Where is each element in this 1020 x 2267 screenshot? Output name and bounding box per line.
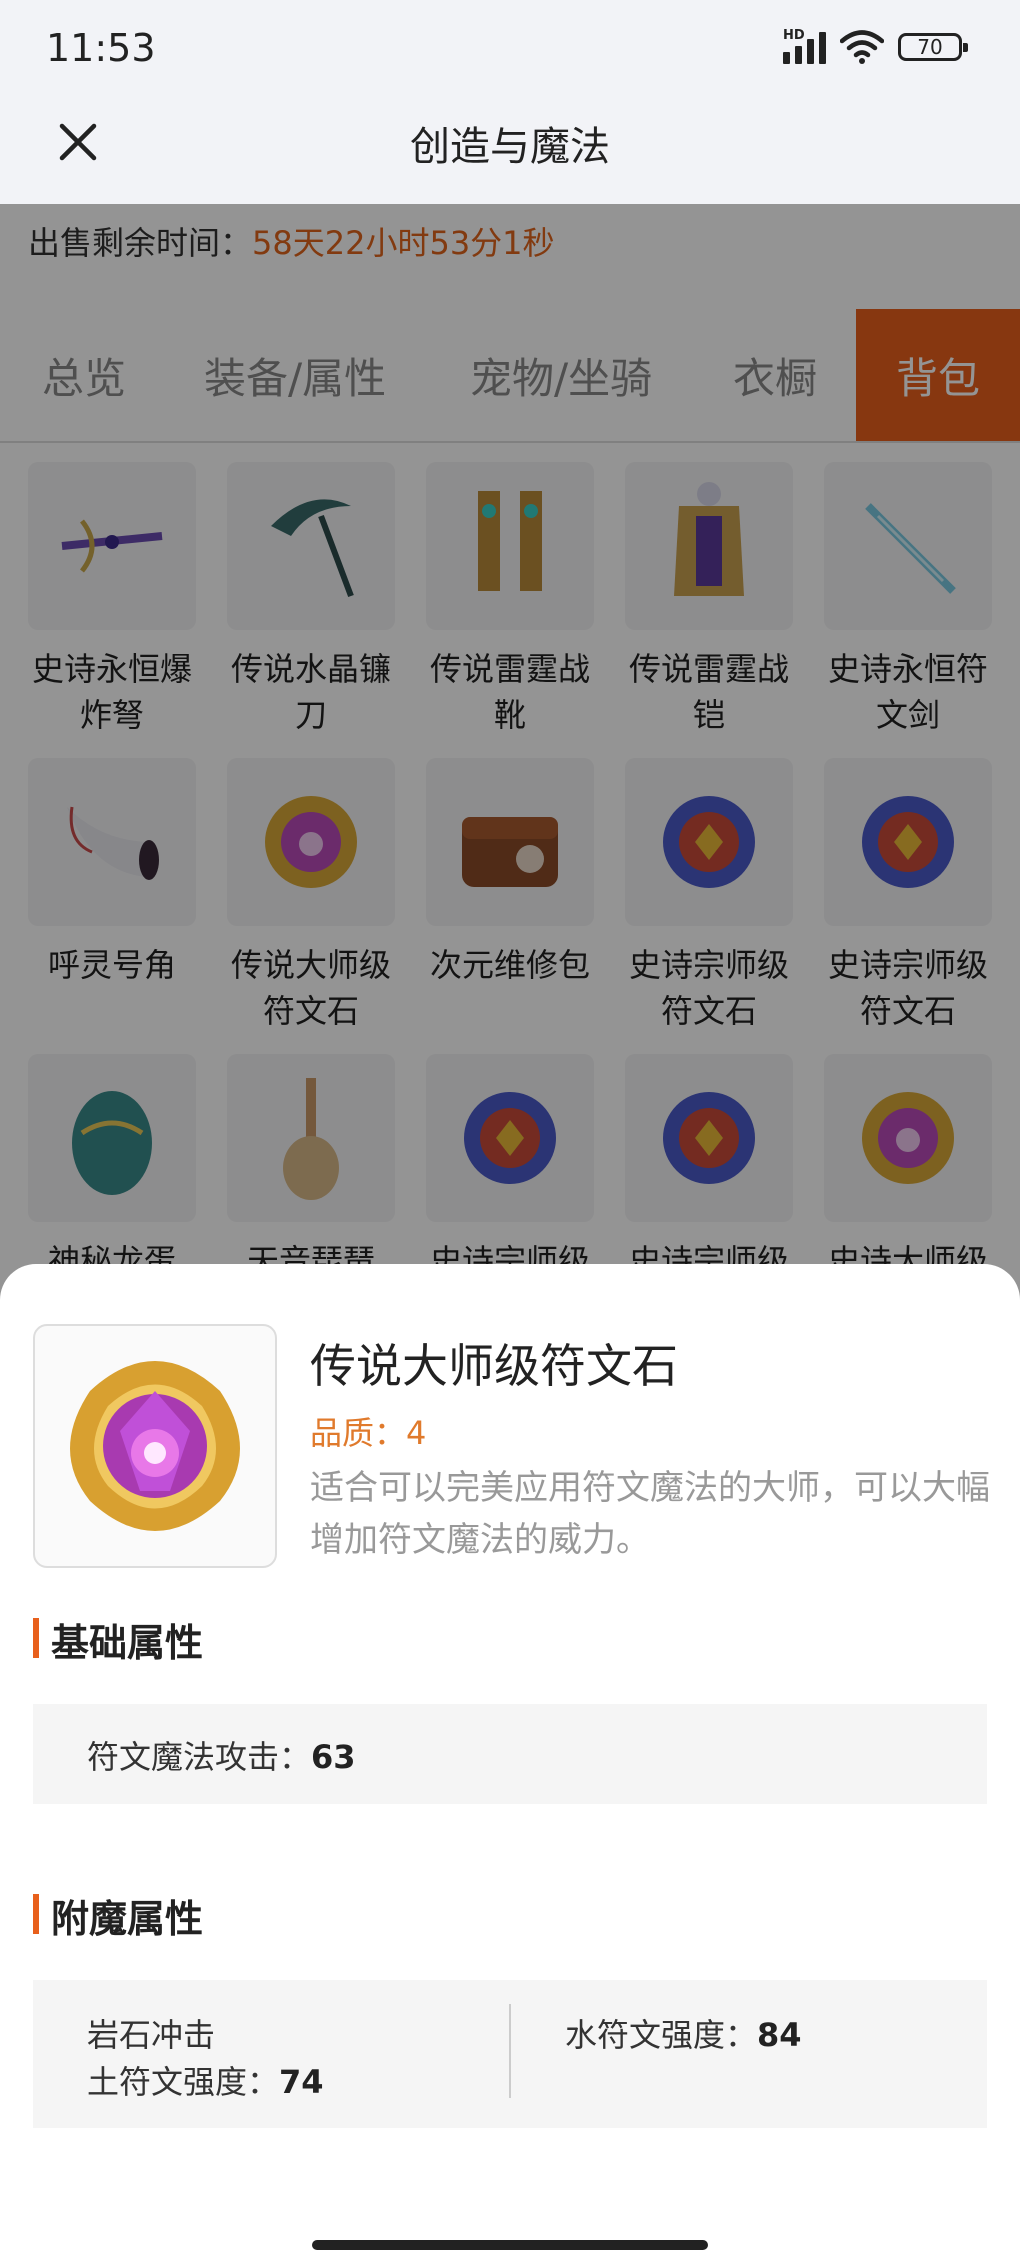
status-bar: 11:53 HD 70 — [0, 0, 1020, 100]
battery-level: 70 — [917, 35, 943, 59]
water-rune-strength: 水符文强度：84 — [565, 2010, 802, 2056]
enchant-attributes-box: 岩石冲击 土符文强度：74 水符文强度：84 — [33, 1980, 987, 2128]
divider — [509, 2004, 511, 2098]
page-title: 创造与魔法 — [410, 124, 610, 170]
item-detail-sheet: 传说大师级符文石 品质：4 适合可以完美应用符文魔法的大师，可以大幅增加符文魔法… — [0, 1264, 1020, 2267]
attr-label: 土符文强度： — [87, 2063, 280, 2101]
item-description: 适合可以完美应用符文魔法的大师，可以大幅增加符文魔法的威力。 — [310, 1468, 990, 1560]
attr-value: 63 — [311, 1738, 356, 1776]
attr-label: 水符文强度： — [565, 2016, 758, 2054]
home-indicator[interactable] — [312, 2240, 708, 2250]
modal-overlay[interactable] — [0, 204, 1020, 1304]
wifi-icon — [840, 30, 884, 64]
attr-value: 74 — [279, 2063, 324, 2101]
app-header: 创造与魔法 — [0, 100, 1020, 204]
item-image — [33, 1324, 277, 1568]
basic-attributes-box: 符文魔法攻击：63 — [33, 1704, 987, 1804]
earth-rune-strength: 土符文强度：74 — [87, 2057, 324, 2103]
attr-value: 84 — [757, 2016, 802, 2054]
status-time: 11:53 — [46, 26, 156, 70]
signal-icon: HD — [783, 28, 826, 64]
basic-attribute: 符文魔法攻击：63 — [87, 1732, 356, 1778]
battery-icon: 70 — [898, 33, 968, 61]
enchant-name: 岩石冲击 — [87, 2016, 216, 2054]
status-icons: HD 70 — [783, 28, 968, 64]
hd-label: HD — [783, 28, 805, 43]
attr-label: 符文魔法攻击： — [87, 1738, 312, 1776]
enchant-attributes-heading: 附魔属性 — [33, 1888, 203, 1943]
gold-rune-icon — [70, 1361, 240, 1531]
basic-attributes-heading: 基础属性 — [33, 1612, 203, 1667]
item-quality: 品质：4 — [310, 1414, 427, 1452]
item-title: 传说大师级符文石 — [310, 1339, 678, 1393]
